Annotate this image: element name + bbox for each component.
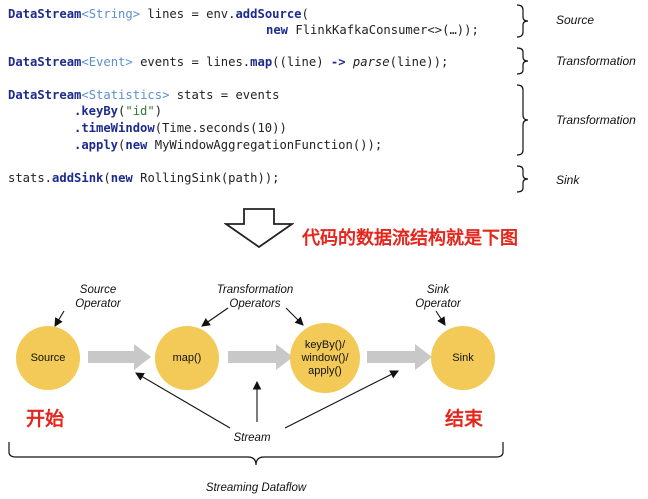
transformation-operators-line-1: Transformation bbox=[216, 284, 294, 296]
dataflow-connectors bbox=[8, 307, 504, 466]
node-keyby-line-1: keyBy()/ bbox=[304, 338, 346, 351]
node-source: Source bbox=[16, 326, 80, 390]
start-label: 开始 bbox=[26, 409, 65, 430]
node-keyby-label: keyBy()/ window()/ apply() bbox=[301, 339, 348, 378]
source-operator-line-2: Operator bbox=[75, 298, 121, 310]
pointer-sink-operator bbox=[435, 310, 446, 326]
transformation-operators-label: Transformation Operators bbox=[200, 283, 310, 311]
stream-label: Stream bbox=[233, 432, 271, 444]
node-keyby-window-apply: keyBy()/ window()/ apply() bbox=[290, 323, 360, 393]
sink-operator-line-1: Sink bbox=[426, 284, 450, 296]
pointer-source-operator bbox=[54, 310, 65, 327]
node-keyby-line-3: apply() bbox=[308, 364, 342, 377]
end-label: 结束 bbox=[445, 409, 484, 430]
flow-arrow-map-keyby bbox=[228, 344, 293, 370]
streaming-dataflow-label: Streaming Dataflow bbox=[205, 482, 307, 494]
node-map-label: map() bbox=[172, 351, 202, 364]
source-operator-label: Source Operator bbox=[58, 283, 138, 311]
sink-operator-line-2: Operator bbox=[415, 298, 461, 310]
node-sink-label: Sink bbox=[452, 351, 474, 364]
sink-operator-label: Sink Operator bbox=[398, 283, 478, 311]
source-operator-line-1: Source bbox=[79, 284, 117, 296]
node-map: map() bbox=[155, 326, 219, 390]
transformation-operators-line-2: Operators bbox=[229, 298, 281, 310]
streaming-dataflow-brace bbox=[8, 442, 504, 466]
flow-arrow-keyby-sink bbox=[367, 344, 432, 370]
node-sink: Sink bbox=[431, 326, 495, 390]
flow-arrow-source-map bbox=[88, 344, 151, 370]
node-keyby-line-2: window()/ bbox=[301, 351, 349, 364]
node-source-label: Source bbox=[30, 351, 66, 364]
